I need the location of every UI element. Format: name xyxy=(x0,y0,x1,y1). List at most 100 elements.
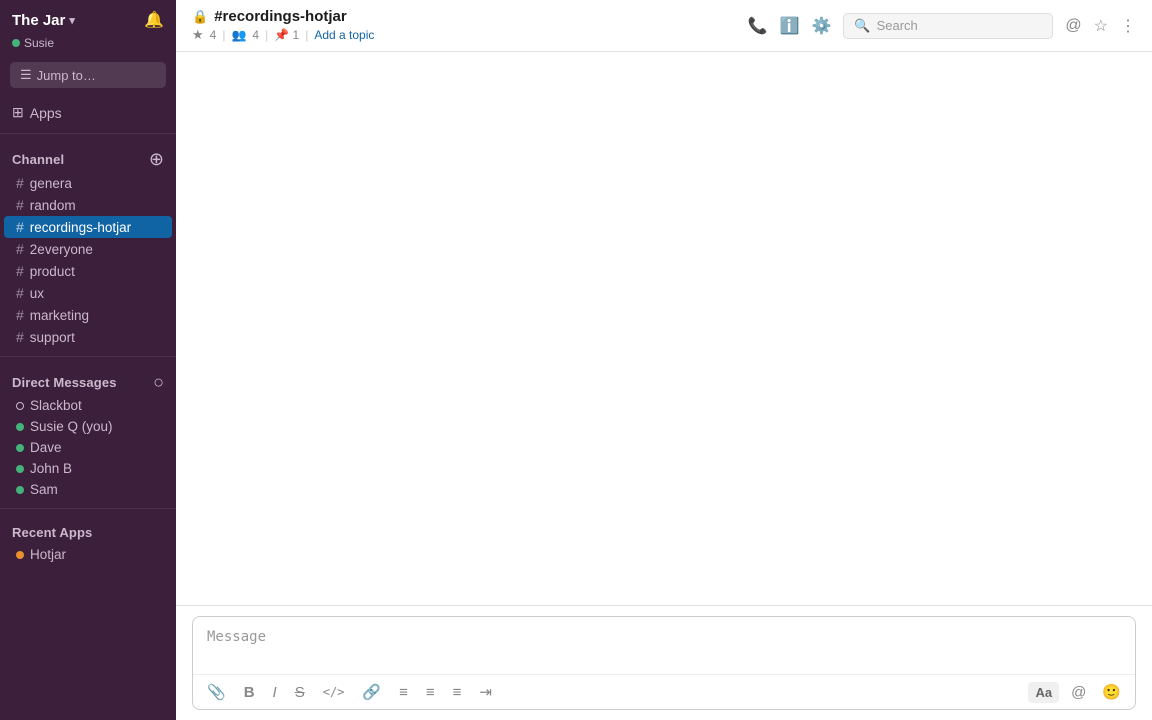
dm-name: Susie Q (you) xyxy=(30,419,113,434)
mention-button[interactable]: @ xyxy=(1067,682,1090,703)
pin-count: 📌 1 xyxy=(274,28,299,42)
ordered-list-button[interactable]: ≡ xyxy=(395,682,412,703)
apps-row[interactable]: ⊞ Apps xyxy=(0,98,176,127)
susie-status-dot xyxy=(16,423,24,431)
channel-name: random xyxy=(30,198,76,213)
channel-item-marketing[interactable]: # marketing xyxy=(4,304,172,326)
more-icon[interactable]: ⋮ xyxy=(1120,16,1136,36)
workspace-chevron: ▾ xyxy=(69,14,75,27)
dm-item-sam[interactable]: Sam xyxy=(4,479,172,500)
indent-button[interactable]: ≡ xyxy=(449,682,466,703)
italic-button[interactable]: I xyxy=(269,682,281,703)
dm-name: Slackbot xyxy=(30,398,82,413)
workspace-name[interactable]: The Jar ▾ xyxy=(12,12,75,29)
add-channel-button[interactable]: ⊕ xyxy=(149,150,164,168)
recent-app-hotjar[interactable]: Hotjar xyxy=(4,544,172,565)
workspace-title: The Jar xyxy=(12,12,65,29)
unordered-list-button[interactable]: ≡ xyxy=(422,682,439,703)
jump-to-label: Jump to… xyxy=(37,68,96,83)
channel-item-support[interactable]: # support xyxy=(4,326,172,348)
dm-item-john[interactable]: John B xyxy=(4,458,172,479)
link-button[interactable]: 🔗 xyxy=(358,681,385,703)
channel-name: 2everyone xyxy=(30,242,93,257)
at-icon[interactable]: @ xyxy=(1065,17,1081,35)
channel-title: #recordings-hotjar xyxy=(214,8,347,25)
main-content: 🔒 #recordings-hotjar ★ 4 | 👥 4 | 📌 1 | A… xyxy=(176,0,1152,720)
apps-grid-icon: ⊞ xyxy=(12,104,24,121)
hash-icon: # xyxy=(16,197,24,213)
channels-section: Channel ⊕ # genera # random # recordings… xyxy=(0,140,176,350)
topbar-actions: 📞 ℹ️ ⚙️ 🔍 @ ☆ ⋮ xyxy=(748,13,1136,39)
channel-name: recordings-hotjar xyxy=(30,220,131,235)
sidebar: The Jar ▾ 🔔 Susie ☰ Jump to… ⊞ Apps Chan… xyxy=(0,0,176,720)
channel-item-random[interactable]: # random xyxy=(4,194,172,216)
info-icon[interactable]: ℹ️ xyxy=(780,16,800,36)
hash-icon: # xyxy=(16,285,24,301)
channels-header: Channel ⊕ xyxy=(0,146,176,172)
channel-item-2everyone[interactable]: # 2everyone xyxy=(4,238,172,260)
compose-toolbar-right: Aa @ 🙂 xyxy=(1028,681,1125,703)
hash-icon: # xyxy=(16,263,24,279)
topbar: 🔒 #recordings-hotjar ★ 4 | 👥 4 | 📌 1 | A… xyxy=(176,0,1152,52)
dm-name: Sam xyxy=(30,482,58,497)
hotjar-app-dot xyxy=(16,551,24,559)
dm-name: Dave xyxy=(30,440,62,455)
hash-icon: # xyxy=(16,241,24,257)
slackbot-status-dot xyxy=(16,402,24,410)
search-icon: 🔍 xyxy=(854,18,870,34)
dm-name: John B xyxy=(30,461,72,476)
hash-icon: # xyxy=(16,219,24,235)
channel-item-recordings-hotjar[interactable]: # recordings-hotjar xyxy=(4,216,172,238)
search-input[interactable] xyxy=(877,18,1043,33)
code-button[interactable]: </> xyxy=(319,683,349,701)
star-icon[interactable]: ★ xyxy=(192,27,204,43)
hash-icon: # xyxy=(16,329,24,345)
divider-channels xyxy=(0,133,176,134)
phone-icon[interactable]: 📞 xyxy=(748,16,768,36)
channel-name: genera xyxy=(30,176,72,191)
settings-icon[interactable]: ⚙️ xyxy=(811,16,831,36)
emoji-button[interactable]: 🙂 xyxy=(1098,681,1125,703)
dm-item-slackbot[interactable]: Slackbot xyxy=(4,395,172,416)
recent-app-name: Hotjar xyxy=(30,547,66,562)
channel-name: support xyxy=(30,330,75,345)
compose-toolbar: 📎 B I S </> 🔗 ≡ ≡ ≡ ⇥ Aa @ 🙂 xyxy=(193,674,1135,709)
compose-box: 📎 B I S </> 🔗 ≡ ≡ ≡ ⇥ Aa @ 🙂 xyxy=(192,616,1136,710)
bold-button[interactable]: B xyxy=(240,682,259,703)
divider-recent-apps xyxy=(0,508,176,509)
bookmark-icon[interactable]: ☆ xyxy=(1094,16,1108,36)
dm-item-susie[interactable]: Susie Q (you) xyxy=(4,416,172,437)
username: Susie xyxy=(24,36,54,50)
jump-to-button[interactable]: ☰ Jump to… xyxy=(10,62,166,88)
member-count: 4 xyxy=(252,28,259,42)
user-status-row: Susie xyxy=(0,34,176,58)
aa-button[interactable]: Aa xyxy=(1028,682,1059,703)
lock-icon: 🔒 xyxy=(192,9,208,25)
user-online-dot xyxy=(12,39,20,47)
channel-name-row: 🔒 #recordings-hotjar xyxy=(192,8,374,25)
compose-toolbar-left: 📎 B I S </> 🔗 ≡ ≡ ≡ ⇥ xyxy=(203,681,496,703)
hash-icon: # xyxy=(16,175,24,191)
channels-header-label: Channel xyxy=(12,152,64,167)
add-topic-link[interactable]: Add a topic xyxy=(314,28,374,42)
dm-item-dave[interactable]: Dave xyxy=(4,437,172,458)
channel-item-genera[interactable]: # genera xyxy=(4,172,172,194)
hash-icon: # xyxy=(16,307,24,323)
channel-item-product[interactable]: # product xyxy=(4,260,172,282)
message-input[interactable] xyxy=(193,617,1135,669)
more-format-button[interactable]: ⇥ xyxy=(475,681,496,703)
search-bar[interactable]: 🔍 xyxy=(843,13,1053,39)
divider-dm xyxy=(0,356,176,357)
add-dm-button[interactable]: ○ xyxy=(153,373,164,391)
channel-item-ux[interactable]: # ux xyxy=(4,282,172,304)
apps-label: Apps xyxy=(30,105,62,121)
strikethrough-button[interactable]: S xyxy=(291,682,309,703)
notifications-icon[interactable]: 🔔 xyxy=(144,10,164,30)
channel-name: marketing xyxy=(30,308,89,323)
jump-to-icon: ☰ xyxy=(20,67,32,83)
dm-header: Direct Messages ○ xyxy=(0,369,176,395)
attach-button[interactable]: 📎 xyxy=(203,681,230,703)
people-icon: 👥 xyxy=(231,28,246,42)
message-area xyxy=(176,52,1152,605)
dm-section: Direct Messages ○ Slackbot Susie Q (you)… xyxy=(0,363,176,502)
